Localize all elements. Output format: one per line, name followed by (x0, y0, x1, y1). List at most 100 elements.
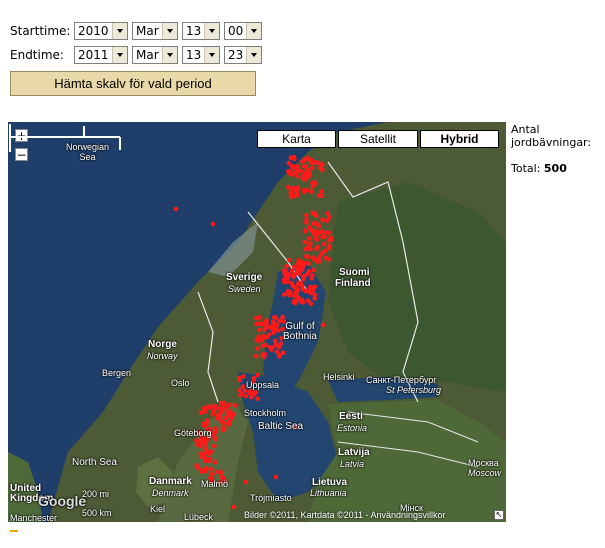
quake-marker[interactable] (314, 237, 320, 242)
quake-marker[interactable] (254, 346, 260, 351)
quake-marker[interactable] (311, 221, 317, 226)
quake-marker[interactable] (315, 244, 321, 250)
chevron-down-icon[interactable] (112, 47, 127, 63)
quake-marker[interactable] (309, 189, 315, 195)
quake-marker[interactable] (289, 280, 295, 286)
quake-marker[interactable] (319, 189, 324, 194)
quake-marker[interactable] (302, 239, 308, 245)
quake-marker[interactable] (302, 164, 308, 169)
start-hour-select[interactable]: 00 (224, 22, 262, 40)
quake-marker[interactable] (199, 469, 204, 474)
quake-marker[interactable] (254, 315, 259, 321)
quake-marker[interactable] (295, 193, 300, 198)
quake-marker[interactable] (294, 166, 299, 172)
quake-marker[interactable] (273, 315, 279, 320)
quake-marker[interactable] (212, 459, 218, 465)
quake-marker[interactable] (202, 451, 207, 457)
quake-marker[interactable] (284, 264, 289, 269)
quake-marker[interactable] (240, 384, 246, 389)
quake-marker[interactable] (304, 213, 309, 218)
end-hour-select[interactable]: 23 (224, 46, 262, 64)
end-day-select[interactable]: 13 (182, 46, 220, 64)
quake-marker[interactable] (232, 403, 238, 408)
quake-marker[interactable] (322, 234, 327, 239)
quake-marker[interactable] (271, 320, 277, 326)
start-day-select[interactable]: 13 (182, 22, 220, 40)
quake-marker[interactable] (212, 434, 217, 440)
quake-marker[interactable] (255, 338, 261, 344)
quake-marker[interactable] (294, 270, 300, 275)
chevron-down-icon[interactable] (246, 47, 261, 63)
quake-marker[interactable] (304, 271, 310, 277)
quake-marker[interactable] (292, 285, 298, 290)
quake-marker[interactable] (312, 211, 318, 216)
quake-marker[interactable] (316, 223, 322, 229)
quake-marker[interactable] (326, 238, 332, 243)
quake-marker[interactable] (202, 409, 208, 414)
quake-marker[interactable] (318, 229, 324, 235)
quake-marker[interactable] (288, 168, 293, 174)
quake-marker[interactable] (262, 351, 267, 357)
quake-marker[interactable] (287, 292, 292, 298)
quake-marker[interactable] (324, 230, 329, 235)
chevron-down-icon[interactable] (204, 23, 219, 39)
quake-marker[interactable] (287, 257, 292, 263)
quake-marker[interactable] (231, 504, 237, 510)
quake-marker[interactable] (316, 193, 322, 198)
quake-marker[interactable] (308, 158, 313, 163)
quake-marker[interactable] (302, 171, 308, 176)
quake-marker[interactable] (241, 374, 246, 379)
quake-marker[interactable] (218, 470, 224, 475)
quake-marker[interactable] (272, 338, 278, 344)
quake-marker[interactable] (194, 438, 199, 443)
quake-marker[interactable] (309, 275, 315, 281)
quake-marker[interactable] (227, 412, 232, 418)
quake-marker[interactable] (220, 407, 225, 413)
chevron-down-icon[interactable] (112, 23, 127, 39)
quake-marker[interactable] (300, 283, 305, 289)
quake-marker[interactable] (265, 334, 270, 340)
quake-marker[interactable] (320, 322, 326, 328)
quake-marker[interactable] (269, 326, 275, 332)
quake-marker[interactable] (307, 236, 312, 241)
quake-marker[interactable] (306, 261, 311, 266)
chevron-down-icon[interactable] (162, 23, 177, 39)
quake-marker[interactable] (277, 344, 282, 350)
quake-marker[interactable] (325, 211, 331, 216)
quake-marker[interactable] (310, 288, 316, 293)
start-year-select[interactable]: 2010 (74, 22, 128, 40)
quake-marker[interactable] (207, 451, 212, 457)
quake-marker[interactable] (251, 391, 257, 397)
quake-marker[interactable] (255, 396, 260, 401)
quake-marker[interactable] (263, 342, 268, 348)
quake-marker[interactable] (321, 241, 327, 247)
quake-marker[interactable] (253, 353, 259, 359)
quake-marker[interactable] (237, 377, 243, 383)
quake-marker[interactable] (326, 245, 332, 251)
quake-marker[interactable] (210, 221, 216, 227)
quake-marker[interactable] (304, 220, 309, 225)
quake-marker[interactable] (282, 292, 287, 297)
quake-marker[interactable] (208, 405, 213, 410)
quake-marker[interactable] (311, 267, 317, 273)
end-month-select[interactable]: Mar (132, 46, 178, 64)
quake-marker[interactable] (308, 301, 314, 307)
quake-marker[interactable] (308, 241, 313, 246)
quake-marker[interactable] (277, 352, 282, 358)
quake-marker[interactable] (277, 318, 282, 324)
start-month-select[interactable]: Mar (132, 22, 178, 40)
quake-marker[interactable] (312, 292, 318, 298)
quake-marker[interactable] (311, 182, 316, 188)
quake-marker[interactable] (204, 465, 209, 471)
quake-marker[interactable] (305, 246, 310, 251)
map-credit[interactable]: Bilder ©2011, Kartdata ©2011 - Användnin… (244, 510, 446, 520)
quake-marker[interactable] (273, 474, 279, 480)
quake-marker[interactable] (312, 257, 318, 262)
quake-marker[interactable] (302, 229, 308, 234)
maptype-hybrid-button[interactable]: Hybrid (420, 130, 499, 148)
quake-marker[interactable] (198, 410, 204, 415)
quake-marker[interactable] (255, 321, 261, 326)
quake-marker[interactable] (294, 292, 299, 298)
chevron-down-icon[interactable] (162, 47, 177, 63)
quake-marker[interactable] (294, 187, 299, 193)
